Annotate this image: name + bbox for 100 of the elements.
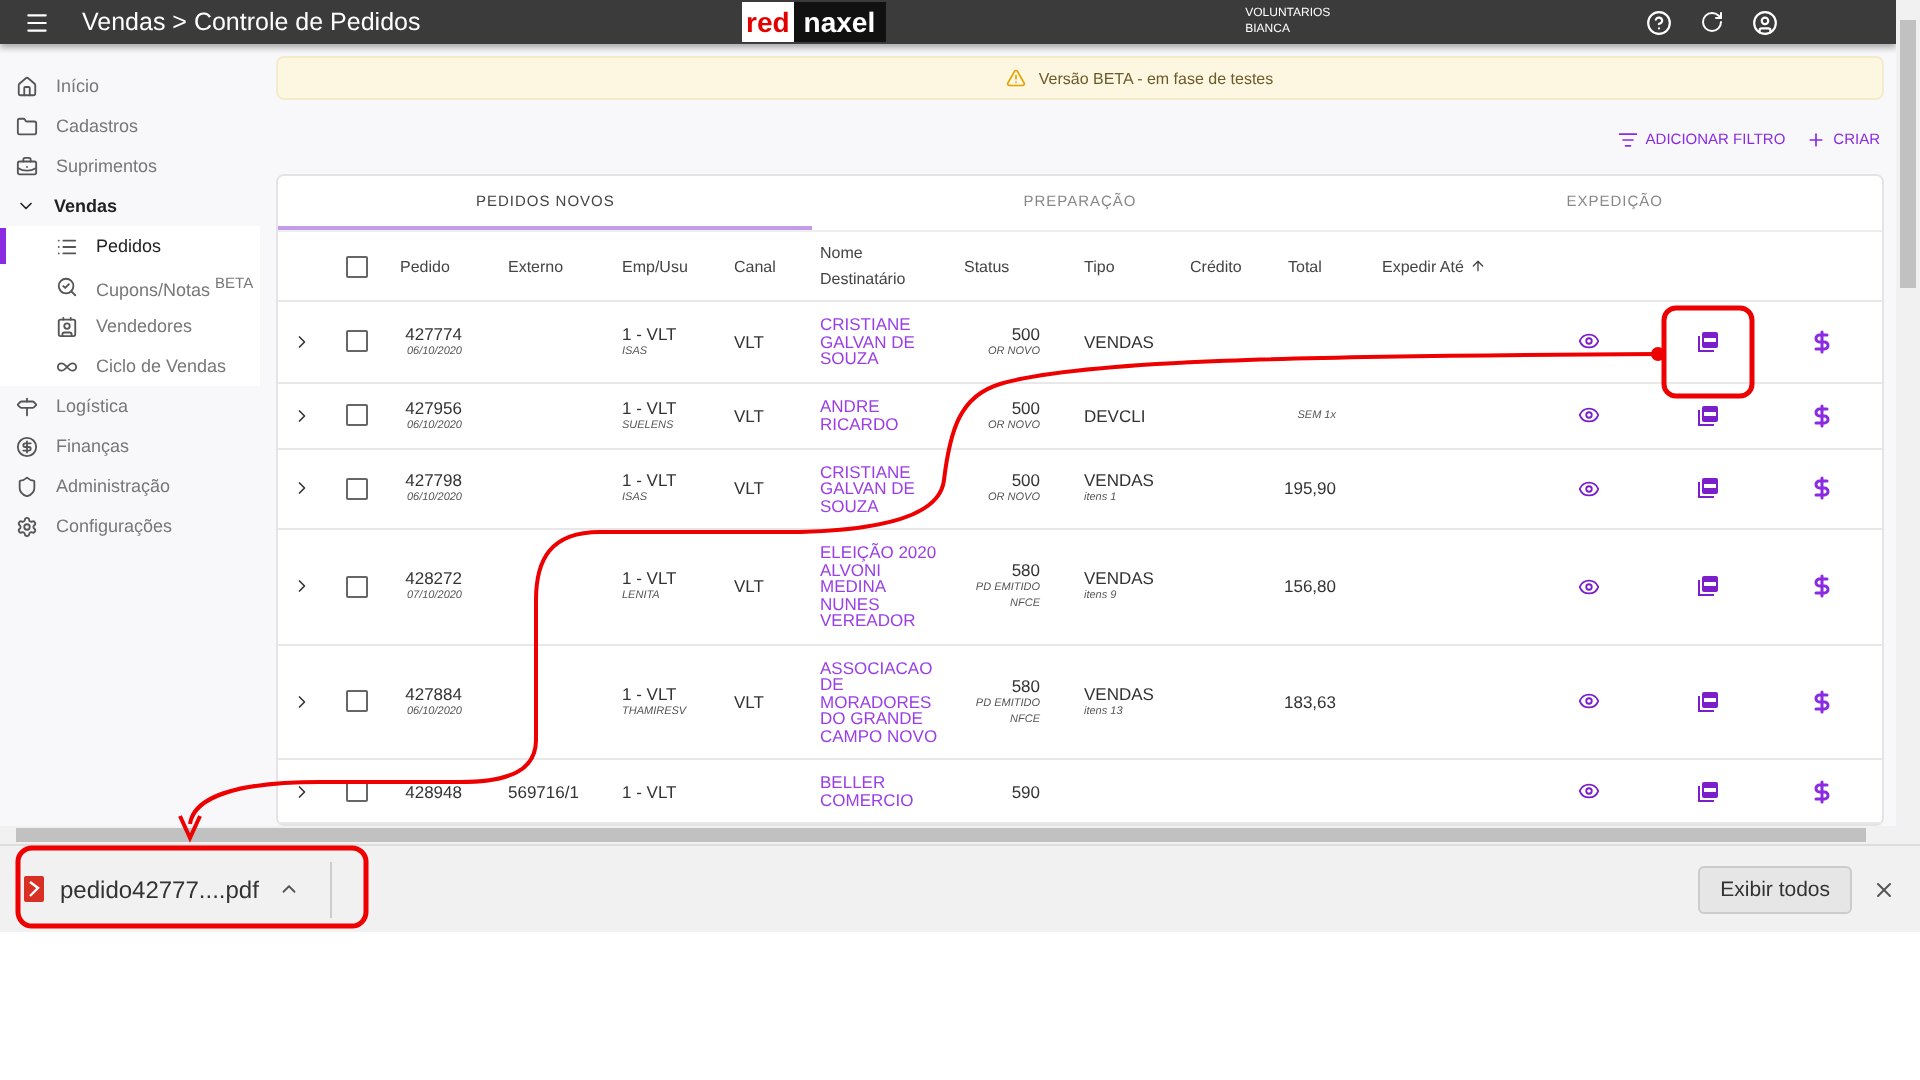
order-total: 156,80 xyxy=(1284,576,1336,597)
pdf-file-icon xyxy=(24,876,44,902)
order-type: VENDAS xyxy=(1084,470,1154,491)
column-header: Total xyxy=(1286,255,1324,279)
order-number: 427956 xyxy=(405,397,462,417)
menu-item-icon xyxy=(16,475,38,497)
checkbox[interactable] xyxy=(346,575,368,598)
sidebar-item[interactable]: Configurações xyxy=(0,506,260,546)
sidebar-item[interactable]: Finanças xyxy=(0,426,260,466)
close-icon[interactable] xyxy=(1872,877,1896,901)
order-type: VENDAS xyxy=(1084,683,1154,704)
show-all-button[interactable]: Exibir todos xyxy=(1698,865,1852,913)
menu-item-icon xyxy=(16,435,38,457)
sidebar-item[interactable]: Suprimentos xyxy=(0,146,260,186)
column-header[interactable]: Expedir Até xyxy=(1362,253,1502,279)
sidebar-item[interactable]: Pedidos xyxy=(0,226,260,266)
status-code: 500 xyxy=(1011,397,1040,417)
channel: VLT xyxy=(734,576,764,597)
external-id: 569716/1 xyxy=(508,781,579,801)
highlight-frame xyxy=(1661,305,1755,399)
pdf-icon[interactable] xyxy=(1696,403,1720,427)
order-number: 427774 xyxy=(405,323,462,344)
dollar-icon[interactable] xyxy=(1810,476,1834,501)
column-header: Nome Destinatário xyxy=(818,242,908,292)
status-code: 590 xyxy=(1011,781,1040,801)
column-header: Crédito xyxy=(1188,255,1244,279)
filter-icon xyxy=(1617,129,1638,150)
order-number: 428948 xyxy=(405,781,462,801)
company: 1 - VLT xyxy=(622,568,677,589)
checkbox[interactable] xyxy=(346,255,368,277)
help-icon[interactable] xyxy=(1645,9,1672,35)
view-icon[interactable] xyxy=(1577,690,1599,713)
dollar-icon[interactable] xyxy=(1810,329,1834,354)
column-header: Tipo xyxy=(1082,255,1117,279)
sidebar-item[interactable]: Vendas xyxy=(0,186,260,226)
dollar-icon[interactable] xyxy=(1810,574,1834,599)
sidebar-item[interactable]: Cadastros xyxy=(0,106,260,146)
view-icon[interactable] xyxy=(1577,780,1599,802)
pdf-icon[interactable] xyxy=(1696,574,1720,599)
pdf-icon[interactable] xyxy=(1696,329,1720,354)
company: 1 - VLT xyxy=(622,470,677,491)
pdf-icon[interactable] xyxy=(1696,689,1720,714)
menu-item-icon xyxy=(16,155,38,177)
sidebar-item[interactable]: Logística xyxy=(0,386,260,426)
sort-icon xyxy=(1469,258,1486,274)
menu-icon[interactable] xyxy=(24,9,50,35)
menu-item-icon xyxy=(16,395,38,417)
sidebar-item[interactable]: Cupons/Notas $^{BETA}$ xyxy=(0,266,260,306)
view-icon[interactable] xyxy=(1577,330,1599,353)
menu-item-icon xyxy=(56,315,78,337)
checkbox[interactable] xyxy=(346,690,368,713)
download-file-name[interactable]: pedido42777....pdf xyxy=(60,875,259,903)
refresh-icon[interactable] xyxy=(1699,9,1724,33)
page-title: Vendas > Controle de Pedidos xyxy=(82,8,423,36)
dollar-icon[interactable] xyxy=(1810,689,1834,714)
account-icon[interactable] xyxy=(1751,9,1778,35)
pdf-icon[interactable] xyxy=(1696,779,1720,803)
order-type: VENDAS xyxy=(1084,331,1154,352)
view-icon[interactable] xyxy=(1577,477,1599,500)
checkbox[interactable] xyxy=(346,330,368,353)
banner-text: Versão BETA - em fase de testes xyxy=(1038,69,1274,88)
sidebar-item[interactable]: Administração xyxy=(0,466,260,506)
order-total: 195,90 xyxy=(1284,478,1336,499)
order-type: VENDAS xyxy=(1084,568,1154,589)
recipient-name: CRISTIANE GALVAN DE SOUZA xyxy=(820,463,917,514)
warning-icon xyxy=(1006,68,1027,89)
menu-item-icon xyxy=(16,75,38,97)
pdf-icon[interactable] xyxy=(1696,476,1720,501)
recipient-name: CRISTIANE GALVAN DE SOUZA xyxy=(820,316,917,367)
recipient-name: ASSOCIACAO DE MORADORES DO GRANDE CAMPO NOVO xyxy=(820,659,940,744)
recipient-name: ELEIÇÃO 2020 ALVONI MEDINA NUNES VEREADOR xyxy=(820,544,939,629)
channel: VLT xyxy=(734,478,764,499)
column-header: Pedido xyxy=(398,255,452,279)
dollar-icon[interactable] xyxy=(1810,403,1834,427)
dollar-icon[interactable] xyxy=(1810,779,1834,803)
column-header: Emp/Usu xyxy=(620,255,690,279)
channel: VLT xyxy=(734,331,764,352)
status-code: 580 xyxy=(1011,675,1040,696)
company: 1 - VLT xyxy=(622,323,677,344)
view-icon[interactable] xyxy=(1577,404,1599,426)
column-header: Status xyxy=(962,255,1012,279)
recipient-name: BELLER COMERCIO xyxy=(820,774,916,808)
column-header: Externo xyxy=(506,255,566,279)
checkbox[interactable] xyxy=(346,404,368,426)
menu-item-icon xyxy=(56,275,78,297)
horizontal-scrollbar[interactable] xyxy=(0,826,1920,844)
company: 1 - VLT xyxy=(622,397,677,417)
status-code: 500 xyxy=(1011,323,1040,344)
sidebar-item[interactable]: Início xyxy=(0,66,260,106)
checkbox[interactable] xyxy=(346,477,368,500)
plus-icon xyxy=(1805,129,1826,150)
channel: VLT xyxy=(734,691,764,712)
view-icon[interactable] xyxy=(1577,575,1599,598)
vertical-scrollbar[interactable] xyxy=(1896,0,1920,826)
sidebar-item[interactable]: Vendedores xyxy=(0,306,260,346)
company: 1 - VLT xyxy=(622,781,677,801)
order-number: 427798 xyxy=(405,470,462,491)
sidebar-item[interactable]: Ciclo de Vendas xyxy=(0,346,260,386)
status-code: 580 xyxy=(1011,560,1040,581)
recipient-name: ANDRE RICARDO xyxy=(820,398,901,432)
